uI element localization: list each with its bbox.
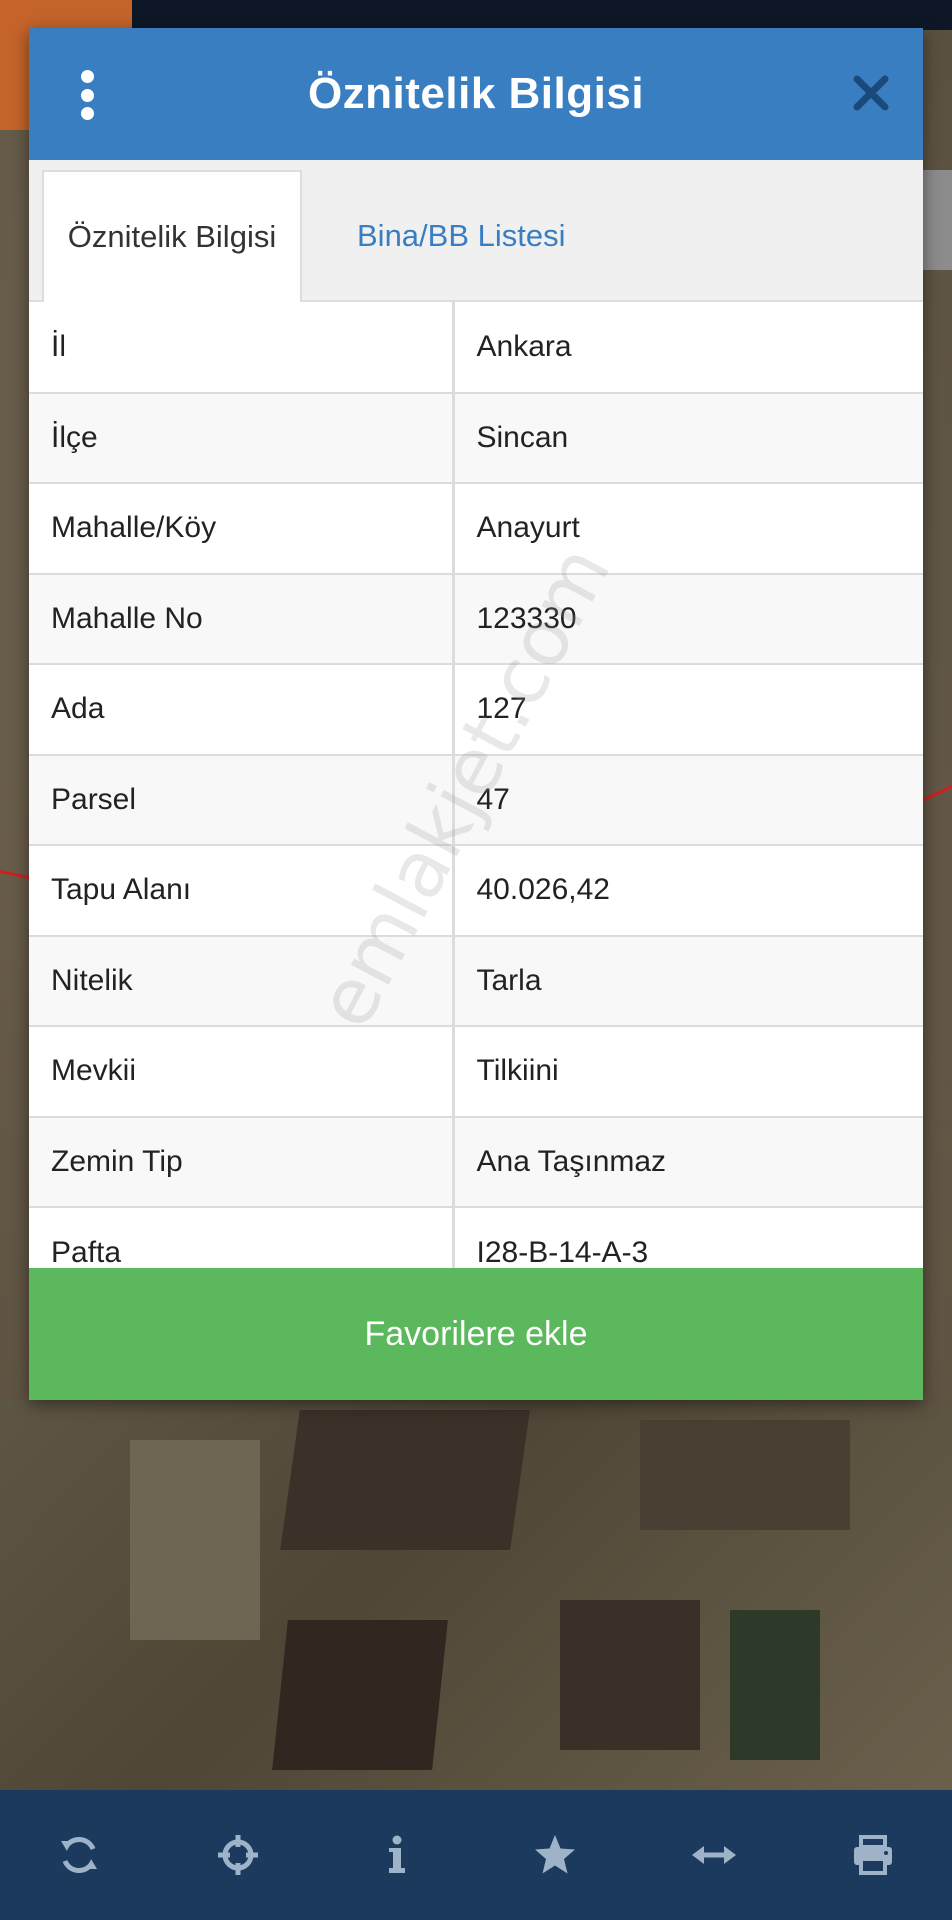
crosshair-icon[interactable] xyxy=(198,1815,278,1895)
refresh-icon[interactable] xyxy=(39,1815,119,1895)
info-icon[interactable] xyxy=(357,1815,437,1895)
map-field xyxy=(560,1600,700,1750)
tab-bar: Öznitelik Bilgisi Bina/BB Listesi xyxy=(29,160,923,302)
attribute-key: Mevkii xyxy=(29,1026,455,1118)
bottom-toolbar xyxy=(0,1790,952,1920)
attribute-value: Tilkiini xyxy=(453,1026,923,1118)
map-field xyxy=(272,1620,448,1770)
table-row: Mahalle/Köy Anayurt xyxy=(29,483,923,575)
attribute-key: Mahalle No xyxy=(29,573,455,665)
attribute-key: İl xyxy=(29,302,455,394)
modal-header: Öznitelik Bilgisi xyxy=(29,28,923,160)
star-icon[interactable] xyxy=(515,1815,595,1895)
table-row: İl Ankara xyxy=(29,302,923,394)
attribute-value: Anayurt xyxy=(453,483,923,575)
kebab-dot xyxy=(80,107,94,120)
map-top-strip xyxy=(0,0,952,30)
attribute-key: Zemin Tip xyxy=(29,1116,455,1208)
add-to-favorites-button[interactable]: Favorilere ekle xyxy=(29,1268,923,1400)
attribute-value: Ankara xyxy=(453,302,923,394)
attribute-key: Ada xyxy=(29,664,455,756)
close-icon[interactable] xyxy=(851,73,891,113)
map-field xyxy=(130,1440,260,1640)
table-row: Nitelik Tarla xyxy=(29,935,923,1027)
tab-attribute-info[interactable]: Öznitelik Bilgisi xyxy=(42,170,302,302)
attribute-value: 40.026,42 xyxy=(453,845,923,937)
attribute-key: Nitelik xyxy=(29,935,455,1027)
attribute-key: Mahalle/Köy xyxy=(29,483,455,575)
table-row: İlçe Sincan xyxy=(29,392,923,484)
attribute-value: Sincan xyxy=(453,392,923,484)
attribute-table: İl Ankara İlçe Sincan Mahalle/Köy Anayur… xyxy=(29,302,923,1298)
kebab-dot xyxy=(80,88,94,102)
attribute-key: Tapu Alanı xyxy=(29,845,455,937)
attribute-value: 127 xyxy=(453,664,923,756)
attribute-info-modal: Öznitelik Bilgisi Öznitelik Bilgisi Bina… xyxy=(29,28,923,1400)
table-row: Parsel 47 xyxy=(29,754,923,846)
modal-title: Öznitelik Bilgisi xyxy=(307,69,645,118)
kebab-menu-icon[interactable] xyxy=(79,70,95,120)
kebab-dot xyxy=(80,70,94,83)
table-row: Zemin Tip Ana Taşınmaz xyxy=(29,1116,923,1208)
table-row: Ada 127 xyxy=(29,664,923,756)
attribute-value: 47 xyxy=(453,754,923,846)
parcel-boundary xyxy=(919,783,952,803)
tab-building-list[interactable]: Bina/BB Listesi xyxy=(335,170,588,302)
map-field xyxy=(280,1410,530,1550)
map-field xyxy=(640,1420,850,1530)
table-row: Mevkii Tilkiini xyxy=(29,1026,923,1118)
attribute-key: İlçe xyxy=(29,392,455,484)
table-row: Mahalle No 123330 xyxy=(29,573,923,665)
map-field xyxy=(730,1610,820,1760)
attribute-value: Tarla xyxy=(453,935,923,1027)
attribute-value: 123330 xyxy=(453,573,923,665)
attribute-key: Parsel xyxy=(29,754,455,846)
print-icon[interactable] xyxy=(833,1815,913,1895)
table-row: Tapu Alanı 40.026,42 xyxy=(29,845,923,937)
attribute-value: Ana Taşınmaz xyxy=(453,1116,923,1208)
measure-icon[interactable] xyxy=(674,1815,754,1895)
